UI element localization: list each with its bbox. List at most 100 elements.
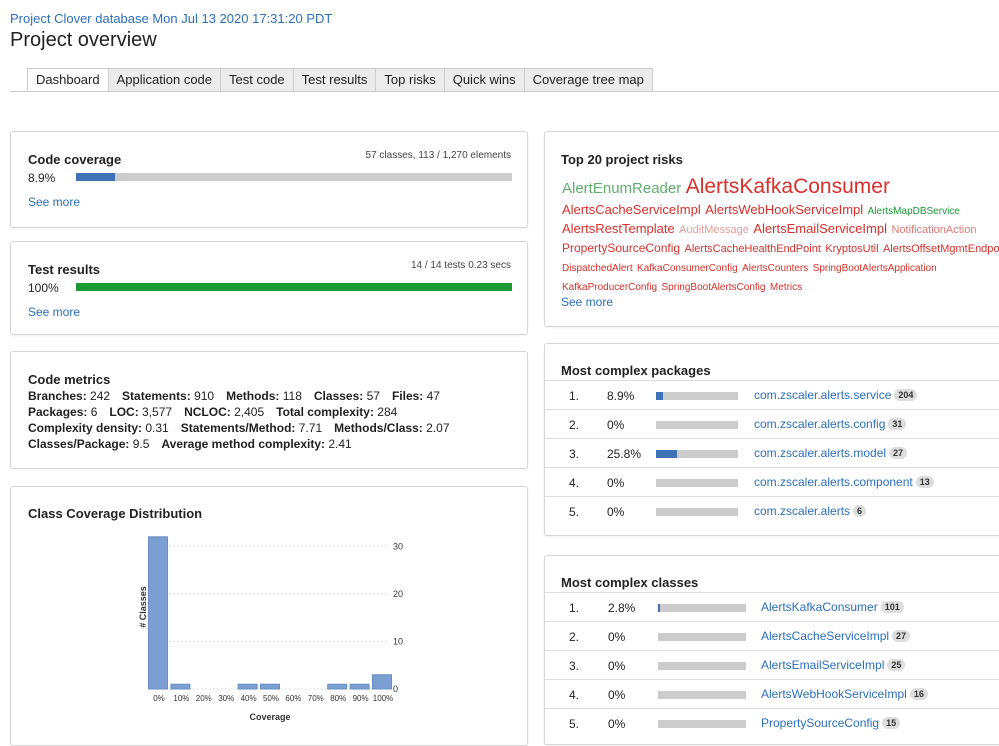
code-metrics-title: Code metrics bbox=[28, 372, 111, 387]
top-risks-panel: Top 20 project risks AlertEnumReader Ale… bbox=[544, 131, 999, 327]
top-risks-see-more-link[interactable]: See more bbox=[561, 295, 613, 309]
item-name[interactable]: com.zscaler.alerts.config bbox=[754, 417, 885, 431]
item-name[interactable]: com.zscaler.alerts.model bbox=[754, 446, 886, 460]
coverage-bar bbox=[658, 633, 746, 641]
item-name[interactable]: AlertsEmailServiceImpl bbox=[761, 658, 884, 672]
metric-label: Complexity density: bbox=[28, 421, 143, 435]
x-tick-label: 10% bbox=[173, 694, 189, 703]
item-name[interactable]: AlertsCacheServiceImpl bbox=[761, 629, 889, 643]
item-name[interactable]: com.zscaler.alerts.component bbox=[754, 475, 913, 489]
top-risks-title: Top 20 project risks bbox=[561, 152, 683, 167]
risk-class-link[interactable]: KafkaProducerConfig bbox=[562, 282, 657, 293]
metrics-line: Packages: 6 LOC: 3,577 NCLOC: 2,405 Total c… bbox=[28, 404, 450, 420]
metric-label: Branches: bbox=[28, 389, 87, 403]
metric-value: 910 bbox=[190, 389, 215, 403]
item-name[interactable]: AlertsWebHookServiceImpl bbox=[761, 687, 907, 701]
risk-class-link[interactable]: AlertsWebHookServiceImpl bbox=[705, 202, 863, 217]
metric-label: LOC: bbox=[109, 405, 139, 419]
coverage-bar-90pct bbox=[349, 683, 370, 690]
metric-value: 2,405 bbox=[230, 405, 265, 419]
complexity-badge: 6 bbox=[853, 505, 867, 517]
risk-class-link[interactable]: AlertsKafkaConsumer bbox=[686, 175, 890, 198]
class-link[interactable]: AlertsKafkaConsumer 101 bbox=[761, 600, 904, 614]
tab-test-code[interactable]: Test code bbox=[221, 68, 294, 92]
risk-class-link[interactable]: SpringBootAlertsConfig bbox=[662, 282, 766, 293]
coverage-bar bbox=[658, 662, 746, 670]
tab-coverage-tree-map[interactable]: Coverage tree map bbox=[524, 68, 653, 92]
risk-class-link[interactable]: KryptosUtil bbox=[825, 243, 878, 255]
item-name[interactable]: AlertsKafkaConsumer bbox=[761, 600, 878, 614]
test-results-bar bbox=[76, 283, 512, 291]
risk-class-link[interactable]: SpringBootAlertsApplication bbox=[813, 263, 937, 274]
complex-classes-panel: Most complex classes 1. 2.8% AlertsKafkaCo… bbox=[544, 555, 999, 745]
coverage-bar-0pct bbox=[148, 536, 168, 690]
tab-test-results[interactable]: Test results bbox=[293, 68, 377, 92]
rank-number: 2. bbox=[569, 418, 580, 432]
x-tick-label: 30% bbox=[218, 694, 234, 703]
tab-top-risks[interactable]: Top risks bbox=[376, 68, 445, 92]
class-coverage-distribution-panel: Class Coverage Distribution 0 10 20 30 0% 10%… bbox=[10, 486, 528, 746]
risk-class-link[interactable]: KafkaConsumerConfig bbox=[637, 263, 738, 274]
metric-value: 6 bbox=[87, 405, 98, 419]
risk-class-link[interactable]: AlertsOffsetMgmtEndpoint bbox=[883, 243, 999, 255]
complexity-badge: 15 bbox=[882, 717, 901, 729]
item-name[interactable]: PropertySourceConfig bbox=[761, 716, 879, 730]
coverage-percent: 0% bbox=[607, 505, 625, 519]
metric-label: Classes/Package: bbox=[28, 437, 130, 451]
risk-class-link[interactable]: NotificationAction bbox=[891, 224, 976, 236]
risk-class-link[interactable]: AlertsRestTemplate bbox=[562, 221, 675, 236]
tab-application-code[interactable]: Application code bbox=[108, 68, 222, 92]
coverage-bar-fill bbox=[656, 450, 678, 458]
code-metrics-list: Branches: 242 Statements: 910 Methods: 118… bbox=[28, 388, 450, 452]
tab-quick-wins[interactable]: Quick wins bbox=[444, 68, 525, 92]
risk-class-link[interactable]: AlertsCacheServiceImpl bbox=[562, 202, 701, 217]
risk-class-link[interactable]: AlertEnumReader bbox=[562, 180, 681, 197]
test-results-summary: 14 / 14 tests 0.23 secs bbox=[410, 260, 511, 271]
metric-label: Average method complexity: bbox=[161, 437, 326, 451]
code-coverage-panel: Code coverage 57 classes, 113 / 1,270 el… bbox=[10, 131, 528, 228]
risk-class-link[interactable]: Metrics bbox=[770, 282, 802, 293]
risk-class-link[interactable]: AlertsCounters bbox=[742, 263, 808, 274]
coverage-bar bbox=[656, 450, 738, 458]
metric-label: Methods/Class: bbox=[334, 421, 423, 435]
coverage-percent: 0% bbox=[607, 476, 625, 490]
code-coverage-see-more-link[interactable]: See more bbox=[28, 195, 80, 209]
risk-cloud-line: AlertsRestTemplate AuditMessage AlertsEm… bbox=[562, 220, 999, 239]
item-name[interactable]: com.zscaler.alerts bbox=[754, 504, 850, 518]
coverage-bar-40pct bbox=[237, 683, 258, 690]
metrics-line: Branches: 242 Statements: 910 Methods: 118… bbox=[28, 388, 450, 404]
coverage-bar bbox=[658, 604, 746, 612]
tab-dashboard[interactable]: Dashboard bbox=[27, 68, 109, 92]
risk-class-link[interactable]: DispatchedAlert bbox=[562, 263, 633, 274]
test-results-see-more-link[interactable]: See more bbox=[28, 305, 80, 319]
risk-class-link[interactable]: AuditMessage bbox=[679, 224, 749, 236]
risk-cloud-line: AlertsCacheServiceImpl AlertsWebHookServ… bbox=[562, 201, 999, 220]
package-link[interactable]: com.zscaler.alerts.model 27 bbox=[754, 446, 908, 460]
class-link[interactable]: AlertsEmailServiceImpl 25 bbox=[761, 658, 906, 672]
rank-number: 3. bbox=[569, 447, 580, 461]
metric-label: Statements: bbox=[122, 389, 191, 403]
class-link[interactable]: AlertsWebHookServiceImpl 16 bbox=[761, 687, 928, 701]
complexity-badge: 25 bbox=[887, 659, 906, 671]
package-link[interactable]: com.zscaler.alerts.service 204 bbox=[754, 388, 918, 402]
class-link[interactable]: AlertsCacheServiceImpl 27 bbox=[761, 629, 911, 643]
risk-cloud-line: PropertySourceConfig AlertsCacheHealthEn… bbox=[562, 239, 999, 258]
metric-value: 118 bbox=[279, 389, 302, 403]
risk-class-link[interactable]: PropertySourceConfig bbox=[562, 241, 680, 255]
package-link[interactable]: com.zscaler.alerts.config 31 bbox=[754, 417, 907, 431]
coverage-percent: 0% bbox=[608, 630, 626, 644]
x-tick-label: 60% bbox=[285, 694, 301, 703]
risk-class-link[interactable]: AlertsEmailServiceImpl bbox=[753, 221, 887, 236]
package-link[interactable]: com.zscaler.alerts.component 13 bbox=[754, 475, 934, 489]
class-link[interactable]: PropertySourceConfig 15 bbox=[761, 716, 901, 730]
package-link[interactable]: com.zscaler.alerts 6 bbox=[754, 504, 867, 518]
risk-cloud-line: KafkaProducerConfig SpringBootAlertsConf… bbox=[562, 277, 999, 296]
item-name[interactable]: com.zscaler.alerts.service bbox=[754, 388, 891, 402]
risk-class-link[interactable]: AlertsCacheHealthEndPoint bbox=[685, 243, 821, 255]
coverage-percent: 25.8% bbox=[607, 447, 642, 461]
coverage-bar-10pct bbox=[170, 683, 191, 690]
tab-bar: Dashboard Application code Test code Test r… bbox=[27, 68, 653, 92]
risk-class-link[interactable]: AlertsMapDBService bbox=[868, 206, 960, 217]
coverage-percent: 0% bbox=[607, 418, 625, 432]
coverage-bar-80pct bbox=[327, 683, 348, 690]
